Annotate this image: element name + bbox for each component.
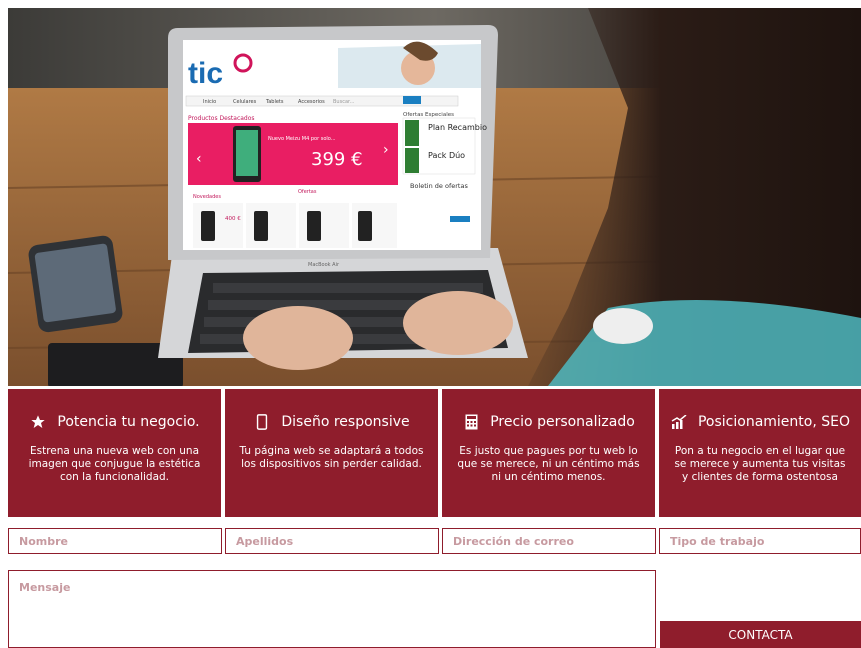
feature-card-seo: Posicionamiento, SEO Pon a tu negocio en… — [659, 389, 861, 517]
feature-title: Precio personalizado — [490, 414, 635, 430]
laptop-search: Buscar... — [333, 99, 355, 105]
hero-image: tic Inicio Celulares Tablets Accesorios … — [8, 8, 861, 386]
laptop-banner-text: Nuevo Meizu M4 por solo... — [268, 136, 336, 142]
left-hand — [243, 306, 353, 370]
laptop-nav-2: Celulares — [233, 99, 257, 105]
feature-card-potencia: Potencia tu negocio. Estrena una nueva w… — [8, 389, 221, 517]
svg-text:‹: ‹ — [196, 151, 202, 167]
laptop-featured-title: Productos Destacados — [188, 115, 255, 122]
hero-photo: tic Inicio Celulares Tablets Accesorios … — [8, 8, 861, 386]
laptop-offer-1: Plan Recambio — [428, 123, 487, 132]
laptop-novedades: Novedades — [193, 194, 221, 200]
features-row: Potencia tu negocio. Estrena una nueva w… — [8, 389, 861, 517]
feature-text: Pon a tu negocio en el lugar que se mere… — [674, 445, 846, 483]
tipo-trabajo-input[interactable] — [659, 528, 861, 554]
mensaje-textarea[interactable] — [8, 570, 656, 648]
contacta-button[interactable]: CONTACTA — [660, 621, 861, 648]
laptop-banner-price: 399 € — [311, 149, 363, 170]
feature-text: Tu página web se adaptará a todos los di… — [239, 445, 424, 470]
email-input[interactable] — [442, 528, 656, 554]
laptop-offer-2: Pack Dúo — [428, 151, 465, 160]
mobile-icon — [253, 413, 271, 431]
feature-card-responsive: Diseño responsive Tu página web se adapt… — [225, 389, 438, 517]
laptop-brand: MacBook Air — [308, 262, 340, 268]
laptop-product-price: 400 € — [225, 216, 241, 222]
svg-text:›: › — [383, 142, 389, 158]
calculator-icon — [462, 413, 480, 431]
laptop-newsletter: Boletin de ofertas — [410, 182, 468, 190]
apellidos-input[interactable] — [225, 528, 439, 554]
laptop-nav-4: Accesorios — [298, 99, 325, 105]
laptop-nav-1: Inicio — [203, 99, 216, 105]
laptop-logo: tic — [188, 57, 223, 90]
nombre-input[interactable] — [8, 528, 222, 554]
feature-text: Estrena una nueva web con una imagen que… — [28, 445, 201, 483]
feature-title: Posicionamiento, SEO — [697, 414, 851, 430]
feature-title: Diseño responsive — [281, 414, 410, 430]
laptop-nav-3: Tablets — [265, 99, 284, 105]
laptop-ofertas: Ofertas — [298, 189, 317, 195]
feature-card-precio: Precio personalizado Es justo que pagues… — [442, 389, 655, 517]
laptop-offers-title: Ofertas Especiales — [403, 112, 454, 118]
feature-text: Es justo que pagues por tu web lo que se… — [457, 445, 640, 483]
star-icon — [29, 413, 47, 431]
chart-icon — [670, 413, 688, 431]
right-hand — [403, 291, 513, 355]
laptop-product-cards: 400 € — [193, 203, 397, 248]
feature-title: Potencia tu negocio. — [57, 414, 200, 430]
laptop-banner — [188, 123, 398, 185]
